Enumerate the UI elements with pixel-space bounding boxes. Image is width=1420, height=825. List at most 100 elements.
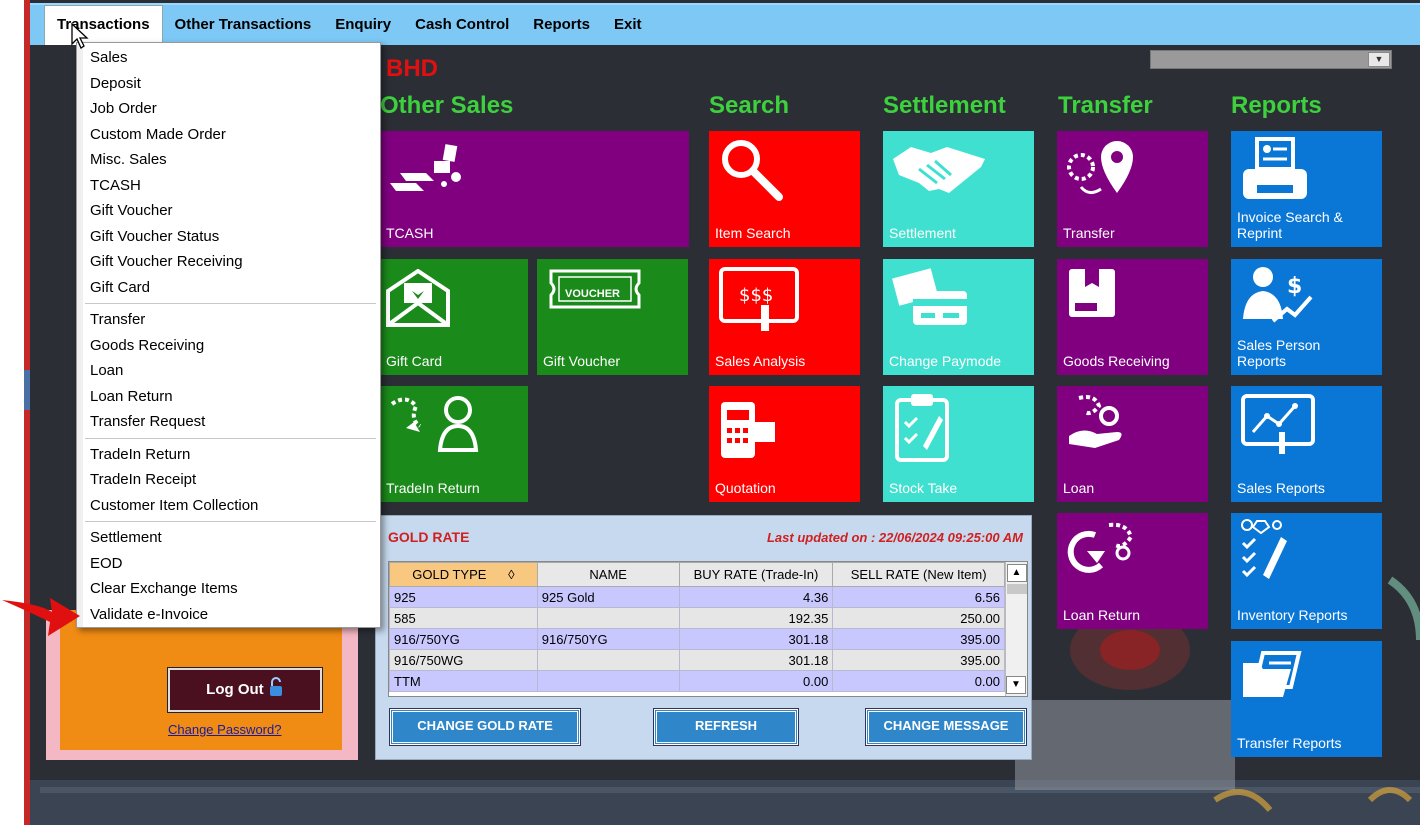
tile-invoice-search[interactable]: Invoice Search & Reprint xyxy=(1231,131,1382,247)
table-row[interactable]: 585 192.35 250.00 xyxy=(389,607,1005,629)
tile-change-paymode[interactable]: Change Paymode xyxy=(883,259,1034,375)
menu-item-eod[interactable]: EOD xyxy=(77,551,380,577)
tile-tcash[interactable]: TCASH xyxy=(380,131,689,247)
menu-item-sales[interactable]: Sales xyxy=(77,45,380,71)
menu-exit[interactable]: Exit xyxy=(602,6,654,44)
col-sell-rate[interactable]: SELL RATE (New Item) xyxy=(832,562,1005,587)
tile-transfer[interactable]: Transfer xyxy=(1057,131,1208,247)
combo-dropdown-icon[interactable]: ▼ xyxy=(1368,52,1390,67)
menu-item-misc-sales[interactable]: Misc. Sales xyxy=(77,147,380,173)
menu-item-tradein-return[interactable]: TradeIn Return xyxy=(77,442,380,468)
sales-person-label-line2: Reports xyxy=(1237,353,1287,369)
table-row[interactable]: 916/750WG 301.18 395.00 xyxy=(389,649,1005,671)
tile-stock-take-label: Stock Take xyxy=(889,480,958,496)
grid-scrollbar[interactable]: ▲ ▼ xyxy=(1005,562,1027,696)
menu-enquiry[interactable]: Enquiry xyxy=(323,6,403,44)
section-settlement: Settlement xyxy=(883,92,1006,119)
tile-sales-person-label: Sales Person Reports xyxy=(1237,337,1320,369)
tile-goods-receiving[interactable]: Goods Receiving xyxy=(1057,259,1208,375)
menu-item-goods-receiving[interactable]: Goods Receiving xyxy=(77,333,380,359)
menu-reports[interactable]: Reports xyxy=(521,6,602,44)
table-row[interactable]: 925 925 Gold 4.36 6.56 xyxy=(389,586,1005,608)
tile-transfer-reports[interactable]: Transfer Reports xyxy=(1231,641,1382,757)
invoice-search-label-line2: Reprint xyxy=(1237,225,1283,241)
tile-sales-analysis[interactable]: $$$ Sales Analysis xyxy=(709,259,860,375)
svg-text:$$$: $$$ xyxy=(739,285,773,306)
tile-tcash-label: TCASH xyxy=(386,225,434,241)
menu-item-validate-e-invoice[interactable]: Validate e-Invoice xyxy=(77,602,380,628)
menu-item-loan[interactable]: Loan xyxy=(77,358,380,384)
menu-item-gift-voucher-receiving[interactable]: Gift Voucher Receiving xyxy=(77,249,380,275)
section-transfer: Transfer xyxy=(1058,92,1153,119)
tile-loan[interactable]: Loan xyxy=(1057,386,1208,502)
gold-bars-icon xyxy=(390,144,461,191)
handshake-icon xyxy=(893,147,985,193)
scroll-down-icon[interactable]: ▼ xyxy=(1006,676,1026,694)
tile-settlement[interactable]: Settlement xyxy=(883,131,1034,247)
menu-item-gift-voucher-status[interactable]: Gift Voucher Status xyxy=(77,224,380,250)
menu-item-tradein-receipt[interactable]: TradeIn Receipt xyxy=(77,467,380,493)
menu-item-gift-card[interactable]: Gift Card xyxy=(77,275,380,301)
sort-icon: ◊ xyxy=(508,567,515,582)
tile-item-search[interactable]: Item Search xyxy=(709,131,860,247)
dropdown-list: Sales Deposit Job Order Custom Made Order Mi… xyxy=(77,45,380,627)
cell-gold-type: TTM xyxy=(389,670,538,692)
tile-gift-voucher-label: Gift Voucher xyxy=(543,353,621,369)
menu-separator xyxy=(77,435,380,442)
table-row[interactable]: TTM 0.00 0.00 xyxy=(389,670,1005,692)
menu-item-clear-exchange-items[interactable]: Clear Exchange Items xyxy=(77,576,380,602)
cell-name: 916/750YG xyxy=(536,628,680,650)
tile-goods-receiving-label: Goods Receiving xyxy=(1063,353,1170,369)
tile-change-paymode-label: Change Paymode xyxy=(889,353,1002,369)
cell-sell: 6.56 xyxy=(832,586,1005,608)
tablet-graph-icon xyxy=(1241,394,1315,454)
gold-rate-grid[interactable]: GOLD TYPE ◊ NAME BUY RATE (Trade-In) SEL… xyxy=(388,561,1028,697)
menu-item-job-order[interactable]: Job Order xyxy=(77,96,380,122)
menu-item-custom-made-order[interactable]: Custom Made Order xyxy=(77,122,380,148)
cell-name xyxy=(536,649,680,671)
tile-quotation[interactable]: Quotation xyxy=(709,386,860,502)
menu-item-gift-voucher[interactable]: Gift Voucher xyxy=(77,198,380,224)
tile-item-search-label: Item Search xyxy=(715,225,791,241)
col-name[interactable]: NAME xyxy=(536,562,680,587)
cell-gold-type: 916/750WG xyxy=(389,649,538,671)
menu-item-customer-item-collection[interactable]: Customer Item Collection xyxy=(77,493,380,519)
top-right-combo[interactable]: ▼ xyxy=(1150,50,1392,69)
folder-transfer-icon xyxy=(1243,651,1302,697)
salesperson-icon: $ xyxy=(1243,267,1313,323)
col-gold-type[interactable]: GOLD TYPE ◊ xyxy=(389,562,538,587)
menu-item-deposit[interactable]: Deposit xyxy=(77,71,380,97)
change-message-button[interactable]: CHANGE MESSAGE xyxy=(865,708,1027,746)
menu-transactions[interactable]: Transactions xyxy=(44,5,163,45)
tile-settlement-label: Settlement xyxy=(889,225,956,241)
tile-inventory-reports[interactable]: Inventory Reports xyxy=(1231,513,1382,629)
tile-tradein-return[interactable]: TradeIn Return xyxy=(380,386,528,502)
tile-sales-analysis-label: Sales Analysis xyxy=(715,353,806,369)
logout-button[interactable]: Log Out xyxy=(167,667,323,713)
tile-sales-person-reports[interactable]: $ Sales Person Reports xyxy=(1231,259,1382,375)
tile-loan-return[interactable]: Loan Return xyxy=(1057,513,1208,629)
tile-gift-voucher[interactable]: VOUCHER Gift Voucher xyxy=(537,259,688,375)
red-arrow-icon xyxy=(2,598,80,636)
menu-cash-control[interactable]: Cash Control xyxy=(403,6,521,44)
change-gold-rate-button[interactable]: CHANGE GOLD RATE xyxy=(389,708,581,746)
menu-other-transactions[interactable]: Other Transactions xyxy=(163,6,324,44)
tile-gift-card[interactable]: Gift Card xyxy=(380,259,528,375)
scroll-up-icon[interactable]: ▲ xyxy=(1006,564,1027,582)
scroll-thumb[interactable] xyxy=(1006,584,1027,594)
menu-item-loan-return[interactable]: Loan Return xyxy=(77,384,380,410)
refresh-button[interactable]: REFRESH xyxy=(653,708,799,746)
change-password-link[interactable]: Change Password? xyxy=(168,722,281,737)
tile-gift-card-label: Gift Card xyxy=(386,353,443,369)
menu-item-tcash[interactable]: TCASH xyxy=(77,173,380,199)
envelope-icon xyxy=(386,269,450,327)
gold-rate-updated: Last updated on : 22/06/2024 09:25:00 AM xyxy=(766,530,1023,545)
tile-sales-reports[interactable]: Sales Reports xyxy=(1231,386,1382,502)
tile-stock-take[interactable]: Stock Take xyxy=(883,386,1034,502)
gold-rate-table: GOLD TYPE ◊ NAME BUY RATE (Trade-In) SEL… xyxy=(389,562,1005,692)
col-buy-rate[interactable]: BUY RATE (Trade-In) xyxy=(678,562,834,587)
menu-item-settlement[interactable]: Settlement xyxy=(77,525,380,551)
table-row[interactable]: 916/750YG 916/750YG 301.18 395.00 xyxy=(389,628,1005,650)
menu-item-transfer-request[interactable]: Transfer Request xyxy=(77,409,380,435)
menu-item-transfer[interactable]: Transfer xyxy=(77,307,380,333)
